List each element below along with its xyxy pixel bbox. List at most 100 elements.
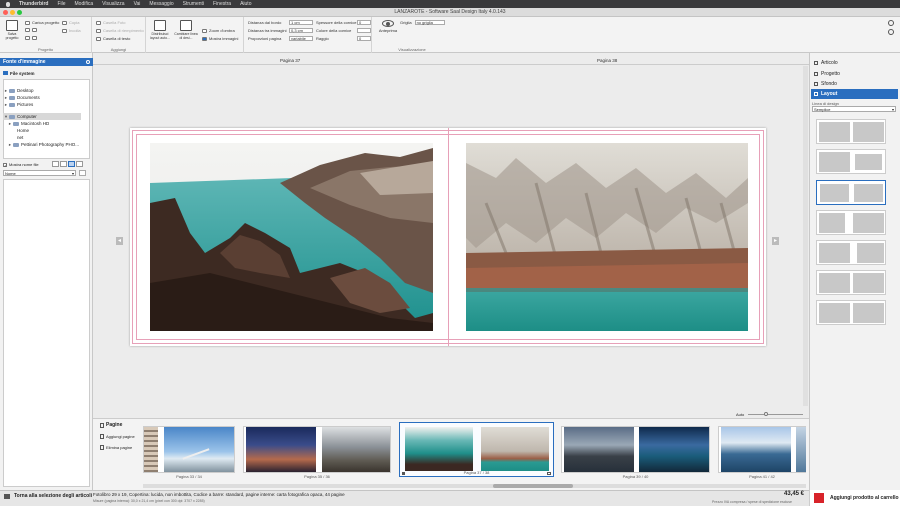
add-photo-box-button[interactable]: Casella Foto	[96, 20, 125, 25]
refresh-icon[interactable]	[86, 60, 90, 64]
add-to-cart-button[interactable]: Aggiungi prodotto al carrello	[809, 490, 900, 506]
vertical-scrollbar[interactable]	[803, 66, 808, 406]
window-titlebar: LANZAROTE - Software Saal Design Italy 4…	[0, 8, 900, 17]
add-fill-box-button[interactable]: Casella di riempimento	[96, 28, 144, 33]
distribute-layout-button[interactable]: Distribuisci layout auto...	[149, 20, 171, 40]
layout-option-7[interactable]	[816, 300, 886, 325]
tree-item-documents[interactable]: ▸ Documents	[3, 94, 96, 101]
undo-button[interactable]	[25, 28, 39, 32]
cart-icon	[814, 493, 824, 503]
menu-messaggio[interactable]: Messaggio	[149, 1, 173, 7]
copy-button[interactable]: Copia	[62, 20, 79, 25]
close-window-button[interactable]	[3, 10, 8, 15]
next-page-arrow[interactable]: ▸	[772, 237, 779, 245]
previous-page-arrow[interactable]: ◂	[116, 237, 123, 245]
frame-thickness-field[interactable]: Spessore della cornice 0	[316, 20, 371, 25]
show-filename-checkbox[interactable]: ✓ Mostra nome file	[3, 162, 39, 167]
view-large-icon[interactable]	[76, 161, 83, 167]
menu-aiuto[interactable]: Aiuto	[240, 1, 251, 7]
filmstrip-scroll-thumb[interactable]	[493, 484, 573, 488]
chevron-down-icon: ▾	[71, 171, 74, 176]
design-line-select[interactable]: Semplice ▾	[812, 106, 896, 112]
back-to-articles-button[interactable]: Torna alla selezione degli articoli	[4, 493, 92, 499]
minimize-window-button[interactable]	[10, 10, 15, 15]
menu-app[interactable]: Thunderbird	[19, 1, 48, 7]
apple-icon[interactable]	[6, 1, 10, 7]
load-project-button[interactable]: Carica progetto	[25, 20, 59, 25]
folder-icon	[9, 102, 15, 107]
price-note: Prezzo IVA compresa / spese di spedizion…	[712, 500, 792, 504]
delete-pages-button[interactable]: Elimina pagine	[100, 445, 132, 450]
nav-progetto[interactable]: Progetto	[811, 69, 898, 79]
tree-item-macintosh-hd[interactable]: ▸ Macintosh HD	[7, 120, 100, 127]
layout-option-4[interactable]	[816, 210, 886, 235]
delete-page-icon	[100, 445, 104, 450]
nav-layout[interactable]: Layout	[811, 89, 898, 99]
layout-option-1[interactable]	[816, 119, 886, 144]
filmstrip-scrollbar[interactable]	[143, 484, 806, 488]
add-text-box-button[interactable]: Casella di testo	[96, 36, 130, 41]
menu-strumenti[interactable]: Strumenti	[183, 1, 204, 7]
tree-item-pettinari[interactable]: ▸ Pettinari Photography PHO...	[7, 141, 100, 148]
thumb-pages-37-38-selected[interactable]: Pagina 37 / 38	[399, 422, 554, 477]
nav-articolo[interactable]: Articolo	[811, 58, 898, 68]
settings-gear-icon[interactable]	[888, 20, 894, 26]
layout-option-5[interactable]	[816, 240, 886, 265]
tree-item-pictures[interactable]: ▸ Pictures	[3, 101, 96, 108]
help-icon[interactable]	[888, 29, 894, 35]
thumb-caption: Pagina 37 / 38	[463, 470, 490, 475]
save-project-button[interactable]: Salva progetto	[4, 20, 20, 40]
checkbox-icon	[202, 36, 207, 41]
add-pages-button[interactable]: Aggiungi pagine	[100, 434, 135, 439]
radius-field[interactable]: Raggio 0	[316, 36, 371, 41]
file-system-icon	[3, 71, 8, 75]
layout-icon	[814, 92, 818, 96]
photo-box-icon	[96, 20, 101, 25]
view-medium-icon[interactable]	[68, 161, 75, 167]
grid-select[interactable]: Griglia no griglia	[400, 20, 445, 25]
layout-option-3-selected[interactable]	[816, 180, 886, 205]
zoom-slider[interactable]	[748, 412, 803, 416]
tree-item-desktop[interactable]: ▸ Desktop	[3, 87, 96, 94]
fill-box-icon	[96, 28, 101, 33]
print-icon	[25, 36, 30, 40]
change-design-button[interactable]: Cambiare linea di desi...	[174, 20, 198, 40]
project-icon	[814, 72, 818, 76]
page-proportion-select[interactable]: Proporzioni pagina variabile	[248, 36, 313, 41]
top-ruler	[93, 64, 809, 65]
frame-color-field[interactable]: Colore della cornice	[316, 28, 371, 33]
menu-visualizza[interactable]: Visualizza	[102, 1, 124, 7]
zoom-slider-handle[interactable]	[764, 412, 768, 416]
preview-button[interactable]: Anteprima	[378, 20, 398, 33]
thumb-pages-41-42[interactable]: Pagina 41 / 42	[718, 426, 806, 479]
paste-button[interactable]: Incolla	[62, 28, 81, 33]
tree-item-home[interactable]: Home	[11, 127, 104, 134]
menu-finestra[interactable]: Finestra	[213, 1, 231, 7]
view-small-icon[interactable]	[60, 161, 67, 167]
sort-order-button[interactable]	[79, 170, 86, 176]
border-distance-field[interactable]: Distanza dal bordo 1 cm	[248, 20, 313, 25]
photo-right-rock-face[interactable]	[466, 143, 748, 331]
shadow-zoom-button[interactable]: Zoom d'ombra	[202, 28, 235, 33]
file-system-tab[interactable]: File system	[3, 69, 35, 77]
tree-item-computer[interactable]: ▾ Computer	[3, 113, 81, 120]
thumb-pages-35-36[interactable]: Pagina 35 / 36	[243, 426, 391, 479]
color-swatch[interactable]	[357, 28, 371, 33]
sort-select[interactable]: Nome ▾	[3, 170, 76, 176]
layout-option-2[interactable]	[816, 149, 886, 174]
tree-item-net[interactable]: net	[11, 134, 104, 141]
nav-sfondo[interactable]: Sfondo	[811, 79, 898, 89]
photo-left-coastal-cliffs[interactable]	[150, 143, 433, 331]
thumb-pages-33-34[interactable]: Pagina 33 / 34	[143, 426, 235, 479]
thumb-pages-39-40[interactable]: Pagina 39 / 40	[561, 426, 710, 479]
menu-vai[interactable]: Vai	[134, 1, 141, 7]
menu-file[interactable]: File	[57, 1, 65, 7]
show-images-checkbox[interactable]: Mostra immagini	[202, 36, 238, 41]
image-distance-field[interactable]: Distanza tra immagini 0,3 cm	[248, 28, 313, 33]
layout-option-6[interactable]	[816, 270, 886, 295]
print-button[interactable]	[25, 36, 39, 40]
view-list-icon[interactable]	[52, 161, 59, 167]
zoom-window-button[interactable]	[17, 10, 22, 15]
image-source-header: Fonte d'immagine	[0, 58, 93, 66]
menu-modifica[interactable]: Modifica	[75, 1, 94, 7]
